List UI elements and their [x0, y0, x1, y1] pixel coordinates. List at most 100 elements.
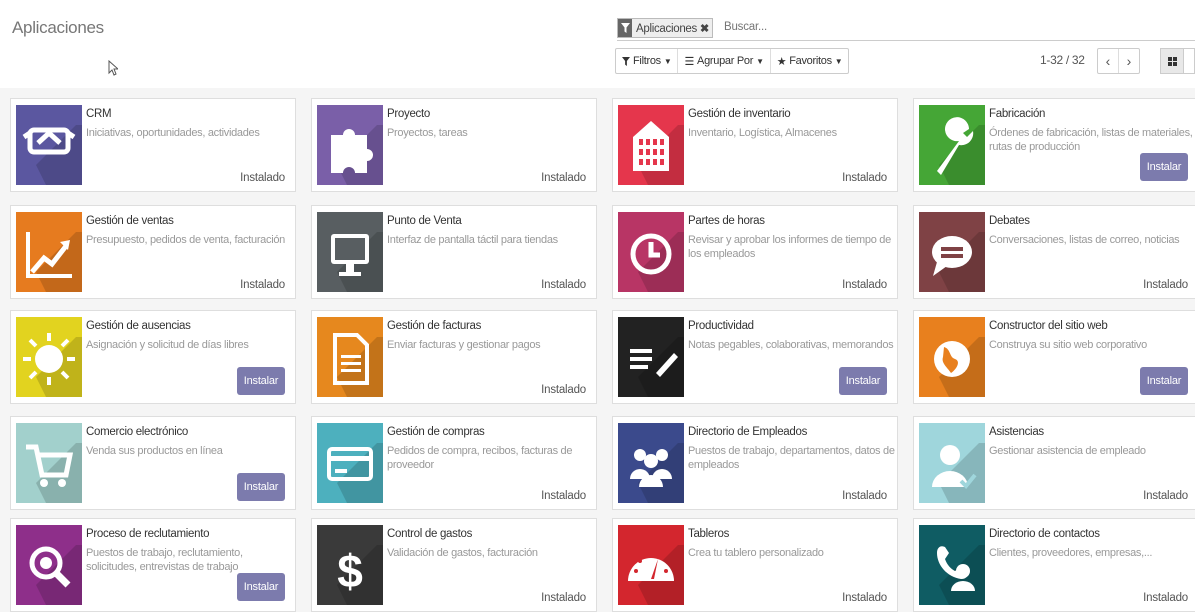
- groupby-button[interactable]: ☰ Agrupar Por ▼: [678, 49, 771, 73]
- app-name: Proceso de reclutamiento: [86, 528, 210, 540]
- app-name: Gestión de inventario: [688, 108, 791, 120]
- chevron-left-icon[interactable]: ‹: [1098, 49, 1119, 73]
- installed-status: Instalado: [541, 384, 586, 396]
- control-panel: Aplicaciones Aplicaciones ✖ Filtros ▼ ☰ …: [0, 0, 1195, 89]
- install-button[interactable]: Instalar: [237, 473, 285, 501]
- app-card[interactable]: Constructor del sitio web Construya su si…: [913, 310, 1195, 404]
- monitor-icon: [317, 212, 383, 292]
- app-card[interactable]: Productividad Notas pegables, colaborativ…: [612, 310, 898, 404]
- app-description: Venda sus productos en línea: [86, 445, 223, 457]
- favorites-button[interactable]: ★ Favoritos ▼: [771, 49, 849, 73]
- app-card[interactable]: Tableros Crea tu tablero personalizado Ins…: [612, 518, 898, 612]
- app-card[interactable]: Gestión de ausencias Asignación y solicit…: [10, 310, 296, 404]
- app-description: Validación de gastos, facturación: [387, 547, 538, 559]
- app-description: Órdenes de fabricación, listas de materi…: [989, 127, 1193, 153]
- app-card[interactable]: Gestión de facturas Enviar facturas y ges…: [311, 310, 597, 404]
- handshake-icon: [16, 105, 82, 185]
- app-name: CRM: [86, 108, 112, 120]
- app-name: Gestión de ausencias: [86, 320, 191, 332]
- caret-down-icon: ▼: [756, 56, 764, 66]
- app-name: Tableros: [688, 528, 730, 540]
- app-name: Fabricación: [989, 108, 1046, 120]
- chat-icon: [919, 212, 985, 292]
- groupby-label: Agrupar Por: [697, 55, 754, 67]
- installed-status: Instalado: [541, 592, 586, 604]
- app-description: Presupuesto, pedidos de venta, facturaci…: [86, 234, 285, 246]
- app-card[interactable]: Gestión de compras Pedidos de compra, rec…: [311, 416, 597, 510]
- installed-status: Instalado: [240, 279, 285, 291]
- app-card[interactable]: Gestión de inventario Inventario, Logísti…: [612, 98, 898, 192]
- install-button[interactable]: Instalar: [1140, 367, 1188, 395]
- app-name: Partes de horas: [688, 215, 765, 227]
- app-card[interactable]: Debates Conversaciones, listas de correo,…: [913, 205, 1195, 299]
- facet-remove-icon[interactable]: ✖: [700, 22, 709, 35]
- app-description: Puestos de trabajo, reclutamiento, solic…: [86, 547, 243, 573]
- app-name: Productividad: [688, 320, 754, 332]
- installed-status: Instalado: [1143, 279, 1188, 291]
- app-card[interactable]: Directorio de Empleados Puestos de trabaj…: [612, 416, 898, 510]
- app-name: Directorio de contactos: [989, 528, 1100, 540]
- app-description: Asignación y solicitud de días libres: [86, 339, 249, 351]
- credit-card-icon: [317, 423, 383, 503]
- installed-status: Instalado: [1143, 490, 1188, 502]
- chart-up-icon: [16, 212, 82, 292]
- app-description: Proyectos, tareas: [387, 127, 468, 139]
- wrench-icon: [919, 105, 985, 185]
- app-name: Directorio de Empleados: [688, 426, 808, 438]
- installed-status: Instalado: [842, 490, 887, 502]
- filters-button[interactable]: Filtros ▼: [616, 49, 679, 73]
- people-icon: [618, 423, 684, 503]
- app-name: Proyecto: [387, 108, 430, 120]
- filter-icon: [622, 56, 630, 66]
- app-description: Interfaz de pantalla táctil para tiendas: [387, 234, 558, 246]
- installed-status: Instalado: [240, 172, 285, 184]
- app-card[interactable]: $ Control de gastos Validación de gastos, …: [311, 518, 597, 612]
- phone-contact-icon: [919, 525, 985, 605]
- pager-value[interactable]: 1-32 / 32: [1040, 53, 1085, 67]
- search-input[interactable]: [724, 18, 1124, 36]
- install-button[interactable]: Instalar: [237, 573, 285, 601]
- app-description: Gestionar asistencia de empleado: [989, 445, 1146, 457]
- filters-label: Filtros: [633, 55, 661, 67]
- install-button[interactable]: Instalar: [237, 367, 285, 395]
- kanban-view-icon[interactable]: [1160, 48, 1184, 74]
- dollar-icon: $: [317, 525, 383, 605]
- caret-down-icon: ▼: [663, 56, 672, 66]
- app-card[interactable]: Proyecto Proyectos, tareas Instalado: [311, 98, 597, 192]
- app-card[interactable]: CRM Iniciativas, oportunidades, actividad…: [10, 98, 296, 192]
- search-facet-label: Aplicaciones: [636, 22, 697, 35]
- app-card[interactable]: Proceso de reclutamiento Puestos de traba…: [10, 518, 296, 612]
- pager-buttons: ‹ ›: [1097, 48, 1140, 74]
- building-icon: [618, 105, 684, 185]
- chevron-right-icon[interactable]: ›: [1119, 49, 1139, 73]
- install-button[interactable]: Instalar: [839, 367, 887, 395]
- app-card[interactable]: Partes de horas Revisar y aprobar los inf…: [612, 205, 898, 299]
- search-bar[interactable]: Aplicaciones ✖: [617, 18, 1195, 41]
- installed-status: Instalado: [541, 279, 586, 291]
- app-card[interactable]: Fabricación Órdenes de fabricación, lista…: [913, 98, 1195, 192]
- app-name: Comercio electrónico: [86, 426, 189, 438]
- app-card[interactable]: Asistencias Gestionar asistencia de emple…: [913, 416, 1195, 510]
- search-options: Filtros ▼ ☰ Agrupar Por ▼ ★ Favoritos ▼: [615, 48, 850, 74]
- app-card[interactable]: Punto de Venta Interfaz de pantalla tácti…: [311, 205, 597, 299]
- app-name: Gestión de ventas: [86, 215, 174, 227]
- app-description: Conversaciones, listas de correo, notici…: [989, 234, 1180, 246]
- gauge-icon: [618, 525, 684, 605]
- app-description: Iniciativas, oportunidades, actividades: [86, 127, 260, 139]
- app-card[interactable]: Gestión de ventas Presupuesto, pedidos de…: [10, 205, 296, 299]
- document-icon: [317, 317, 383, 397]
- install-button[interactable]: Instalar: [1140, 153, 1188, 181]
- puzzle-icon: [317, 105, 383, 185]
- view-switcher: [1160, 48, 1195, 74]
- app-card[interactable]: Comercio electrónico Venda sus productos …: [10, 416, 296, 510]
- globe-icon: [919, 317, 985, 397]
- clock-icon: [618, 212, 684, 292]
- search-icon: [16, 525, 82, 605]
- search-facet[interactable]: Aplicaciones ✖: [617, 18, 713, 38]
- app-description: Crea tu tablero personalizado: [688, 547, 824, 559]
- mouse-cursor-icon: [108, 59, 120, 81]
- app-name: Debates: [989, 215, 1030, 227]
- app-card[interactable]: Directorio de contactos Clientes, proveed…: [913, 518, 1195, 612]
- list-view-icon[interactable]: [1184, 48, 1195, 74]
- filter-icon: [618, 19, 632, 37]
